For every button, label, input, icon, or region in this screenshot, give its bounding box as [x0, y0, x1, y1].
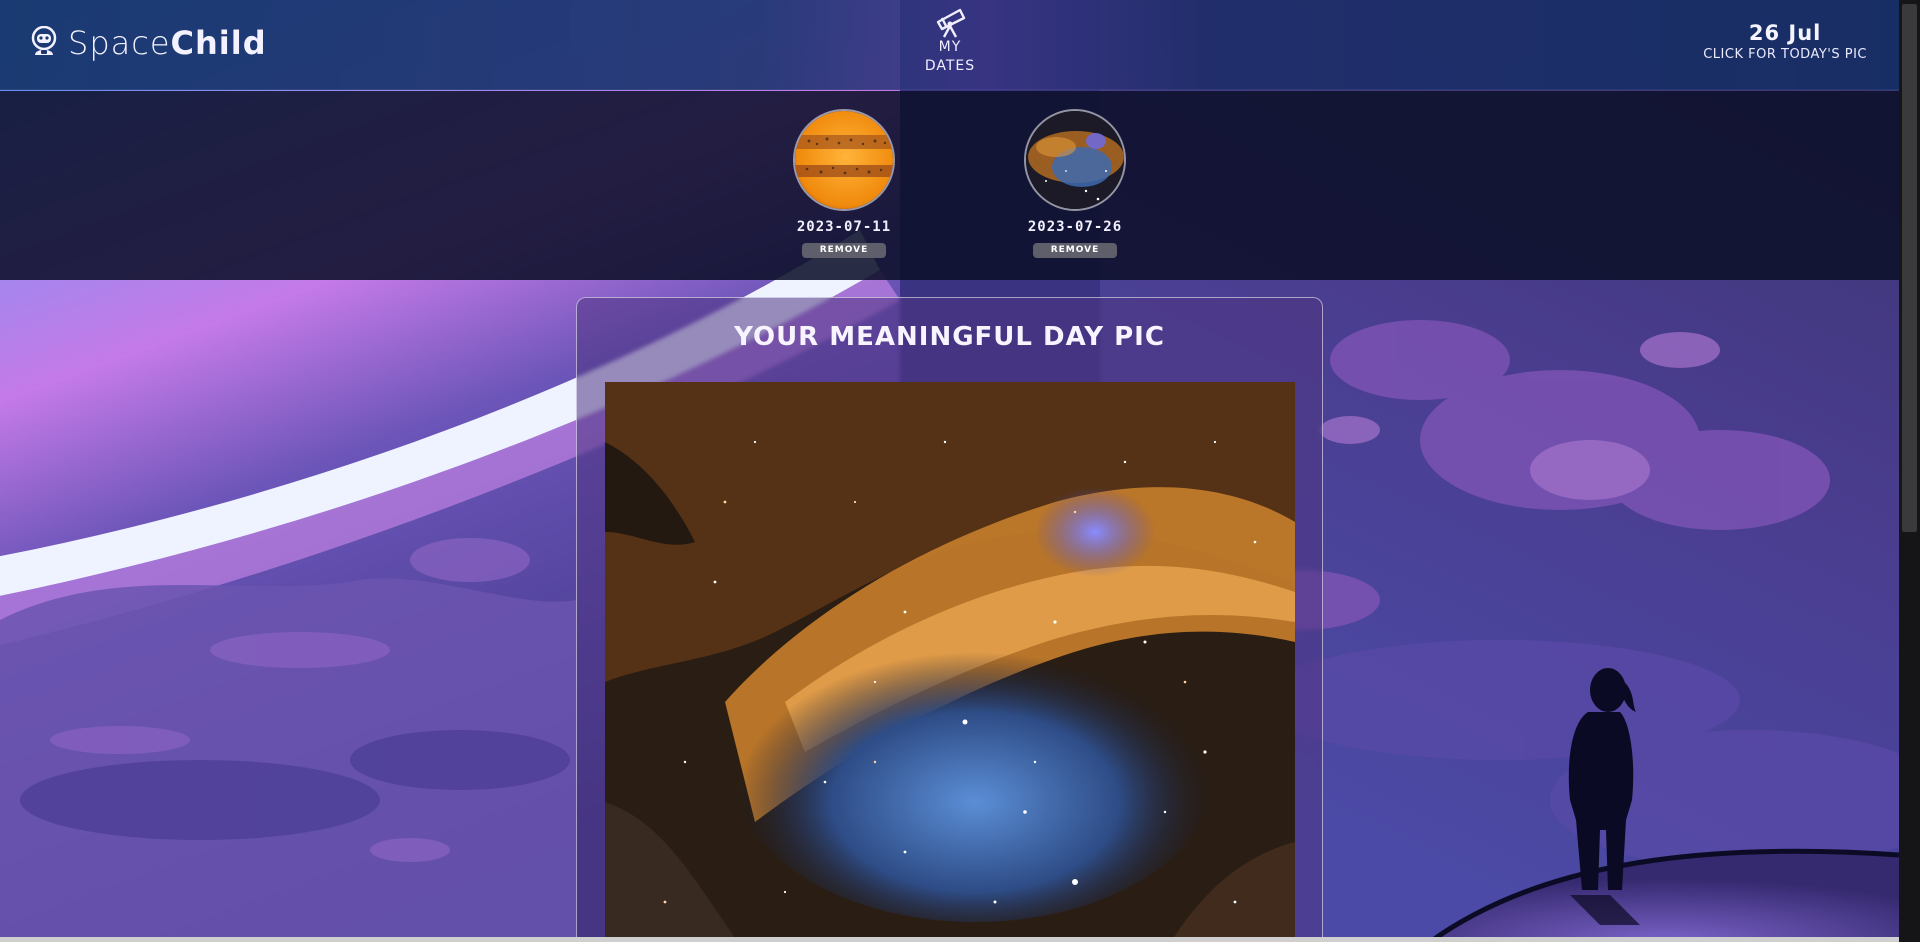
saved-date-label: 2023-07-26: [1027, 219, 1123, 235]
nebula-thumbnail[interactable]: [1024, 109, 1126, 211]
logo-text: SpaceChild: [68, 24, 267, 62]
today-pic-link[interactable]: 26 Jul CLICK FOR TODAY'S PIC: [1703, 20, 1867, 63]
day-pic-card: YOUR MEANINGFUL DAY PIC: [576, 297, 1323, 942]
nebula-photo[interactable]: [605, 382, 1295, 942]
my-dates-line1: MY: [938, 39, 962, 55]
logo-text-light: Space: [68, 24, 171, 62]
bottom-edge: [0, 937, 1899, 942]
day-pic-title: YOUR MEANINGFUL DAY PIC: [734, 322, 1165, 352]
saved-date-label: 2023-07-11: [796, 219, 892, 235]
jupiter-thumbnail[interactable]: [793, 109, 895, 211]
scrollbar[interactable]: [1899, 0, 1920, 942]
saved-dates-bar: 2023-07-11 REMOVE 2023-07-26 REMOVE: [0, 91, 1899, 280]
logo[interactable]: SpaceChild: [30, 24, 267, 62]
remove-date-button[interactable]: REMOVE: [802, 243, 886, 258]
logo-text-bold: Child: [170, 24, 267, 62]
my-dates-line2: DATES: [924, 58, 976, 74]
saved-date-card: 2023-07-11 REMOVE: [779, 109, 909, 258]
remove-date-button[interactable]: REMOVE: [1033, 243, 1117, 258]
today-date: 26 Jul: [1748, 21, 1822, 45]
scrollbar-thumb[interactable]: [1902, 4, 1917, 532]
astronaut-icon: [30, 25, 58, 60]
saved-date-card: 2023-07-26 REMOVE: [1010, 109, 1140, 258]
top-header: SpaceChild MY DATES 26 Jul CLICK FOR TOD…: [0, 0, 1899, 90]
today-cta: CLICK FOR TODAY'S PIC: [1703, 47, 1867, 62]
telescope-icon: [905, 6, 995, 38]
my-dates-nav[interactable]: MY DATES: [905, 6, 995, 76]
